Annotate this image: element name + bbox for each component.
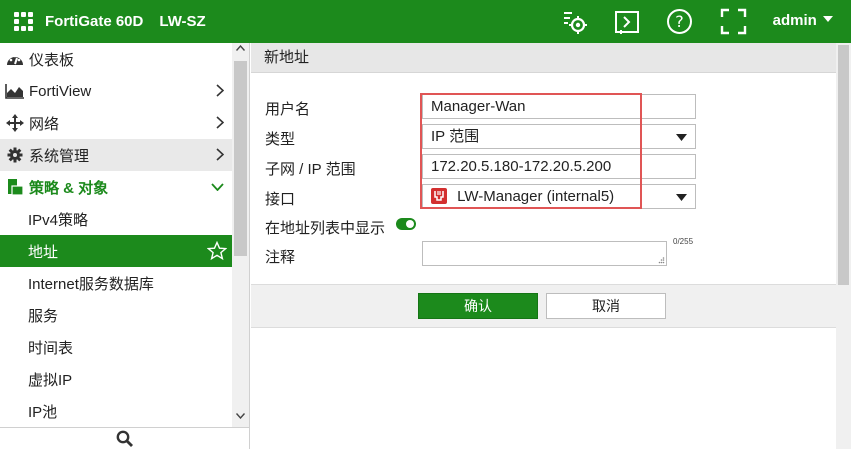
sidebar-item-fortiview[interactable]: FortiView bbox=[0, 75, 232, 107]
page-title: 新地址 bbox=[251, 43, 836, 73]
type-label: 类型 bbox=[265, 131, 296, 148]
ok-button[interactable]: 确认 bbox=[418, 293, 538, 319]
comment-char-counter: 0/255 bbox=[673, 237, 694, 246]
cancel-button[interactable]: 取消 bbox=[546, 293, 666, 319]
caret-down-icon bbox=[823, 16, 833, 22]
scroll-thumb[interactable] bbox=[234, 61, 247, 256]
range-label: 子网 / IP 范围 bbox=[265, 161, 356, 178]
sidebar-item-label: IP池 bbox=[28, 403, 58, 421]
sidebar-subitem-virtual-ip[interactable]: 虚拟IP bbox=[0, 363, 232, 395]
type-select[interactable]: IP 范围 bbox=[422, 124, 696, 149]
main-panel: 新地址 用户名 类型 IP 范围 子网 / IP 范围 接口 LW-Manage… bbox=[251, 43, 851, 449]
sidebar-subitem-ip-pools[interactable]: IP池 bbox=[0, 395, 232, 427]
chevron-right-icon bbox=[216, 116, 224, 129]
sidebar-item-label: 地址 bbox=[28, 243, 59, 261]
sidebar-item-label: 虚拟IP bbox=[28, 371, 73, 389]
sidebar-item-label: 时间表 bbox=[28, 339, 74, 357]
dashboard-icon bbox=[5, 49, 25, 69]
policy-icon bbox=[5, 177, 25, 197]
sidebar: 仪表板 FortiView 网络 系统管理 策略 & 对象 IPv4策略 地址 … bbox=[0, 43, 250, 449]
sidebar-item-label: Internet服务数据库 bbox=[28, 275, 154, 293]
type-value: IP 范围 bbox=[431, 128, 480, 145]
comment-label: 注释 bbox=[265, 249, 296, 266]
sidebar-item-network[interactable]: 网络 bbox=[0, 107, 232, 139]
sidebar-subitem-ipv4-policy[interactable]: IPv4策略 bbox=[0, 203, 232, 235]
top-bar: FortiGate 60D LW-SZ ? admin bbox=[0, 0, 851, 43]
sidebar-item-system[interactable]: 系统管理 bbox=[0, 139, 232, 171]
main-scrollbar[interactable] bbox=[836, 43, 851, 449]
nav-menu: 仪表板 FortiView 网络 系统管理 策略 & 对象 IPv4策略 地址 … bbox=[0, 43, 232, 427]
presentation-icon[interactable] bbox=[614, 9, 640, 35]
resize-grip-icon[interactable] bbox=[657, 256, 665, 264]
user-menu[interactable]: admin bbox=[773, 12, 833, 29]
comment-textarea[interactable] bbox=[422, 241, 667, 266]
chevron-right-icon bbox=[216, 148, 224, 161]
interface-row: 接口 LW-Manager (internal5) bbox=[251, 184, 836, 212]
help-icon[interactable]: ? bbox=[666, 8, 693, 35]
sidebar-subitem-services[interactable]: 服务 bbox=[0, 299, 232, 331]
fullscreen-icon[interactable] bbox=[720, 8, 747, 35]
sidebar-item-label: FortiView bbox=[29, 82, 92, 100]
sidebar-item-dashboard[interactable]: 仪表板 bbox=[0, 43, 232, 75]
show-in-list-row: 在地址列表中显示 bbox=[251, 213, 836, 241]
type-row: 类型 IP 范围 bbox=[251, 124, 836, 152]
sidebar-subitem-addresses[interactable]: 地址 bbox=[0, 235, 232, 267]
chevron-right-icon bbox=[216, 84, 224, 97]
network-port-icon bbox=[431, 188, 447, 204]
svg-text:?: ? bbox=[675, 12, 684, 31]
gear-icon bbox=[5, 145, 25, 165]
form-footer: 确认 取消 bbox=[251, 284, 836, 328]
name-label: 用户名 bbox=[265, 101, 311, 118]
sidebar-item-label: 服务 bbox=[28, 307, 59, 325]
sidebar-search[interactable] bbox=[0, 427, 249, 449]
arrows-move-icon bbox=[5, 113, 25, 133]
product-name: FortiGate 60D bbox=[45, 13, 144, 30]
sidebar-subitem-schedules[interactable]: 时间表 bbox=[0, 331, 232, 363]
sidebar-item-label: 网络 bbox=[29, 115, 60, 133]
sidebar-item-label: 仪表板 bbox=[29, 51, 75, 69]
ip-range-input[interactable] bbox=[422, 154, 696, 179]
name-row: 用户名 bbox=[251, 94, 836, 122]
search-icon bbox=[116, 430, 133, 447]
sidebar-subitem-internet-service-db[interactable]: Internet服务数据库 bbox=[0, 267, 232, 299]
sidebar-item-label: IPv4策略 bbox=[28, 211, 89, 229]
sidebar-item-policy-objects[interactable]: 策略 & 对象 bbox=[0, 171, 232, 203]
sidebar-scrollbar[interactable] bbox=[232, 43, 249, 427]
username: admin bbox=[772, 12, 817, 29]
scroll-thumb[interactable] bbox=[838, 45, 849, 285]
scroll-down-icon[interactable] bbox=[236, 413, 245, 419]
comment-row: 注释 0/255 bbox=[251, 237, 836, 269]
range-row: 子网 / IP 范围 bbox=[251, 154, 836, 182]
sidebar-item-label: 系统管理 bbox=[29, 147, 90, 165]
star-icon[interactable] bbox=[207, 241, 227, 261]
name-input[interactable] bbox=[422, 94, 696, 119]
sidebar-item-label: 策略 & 对象 bbox=[29, 179, 109, 197]
hostname: LW-SZ bbox=[159, 13, 206, 30]
interface-select[interactable]: LW-Manager (internal5) bbox=[422, 184, 696, 209]
caret-down-icon bbox=[676, 194, 687, 201]
chart-area-icon bbox=[5, 81, 25, 101]
scroll-up-icon[interactable] bbox=[236, 45, 245, 51]
interface-value: LW-Manager (internal5) bbox=[457, 188, 615, 205]
show-in-list-toggle[interactable] bbox=[396, 218, 416, 230]
show-in-list-label: 在地址列表中显示 bbox=[265, 220, 386, 237]
interface-label: 接口 bbox=[265, 191, 296, 208]
chevron-down-icon bbox=[211, 183, 224, 191]
cli-console-icon[interactable] bbox=[562, 9, 588, 35]
fortinet-logo-icon bbox=[14, 11, 34, 32]
caret-down-icon bbox=[676, 134, 687, 141]
